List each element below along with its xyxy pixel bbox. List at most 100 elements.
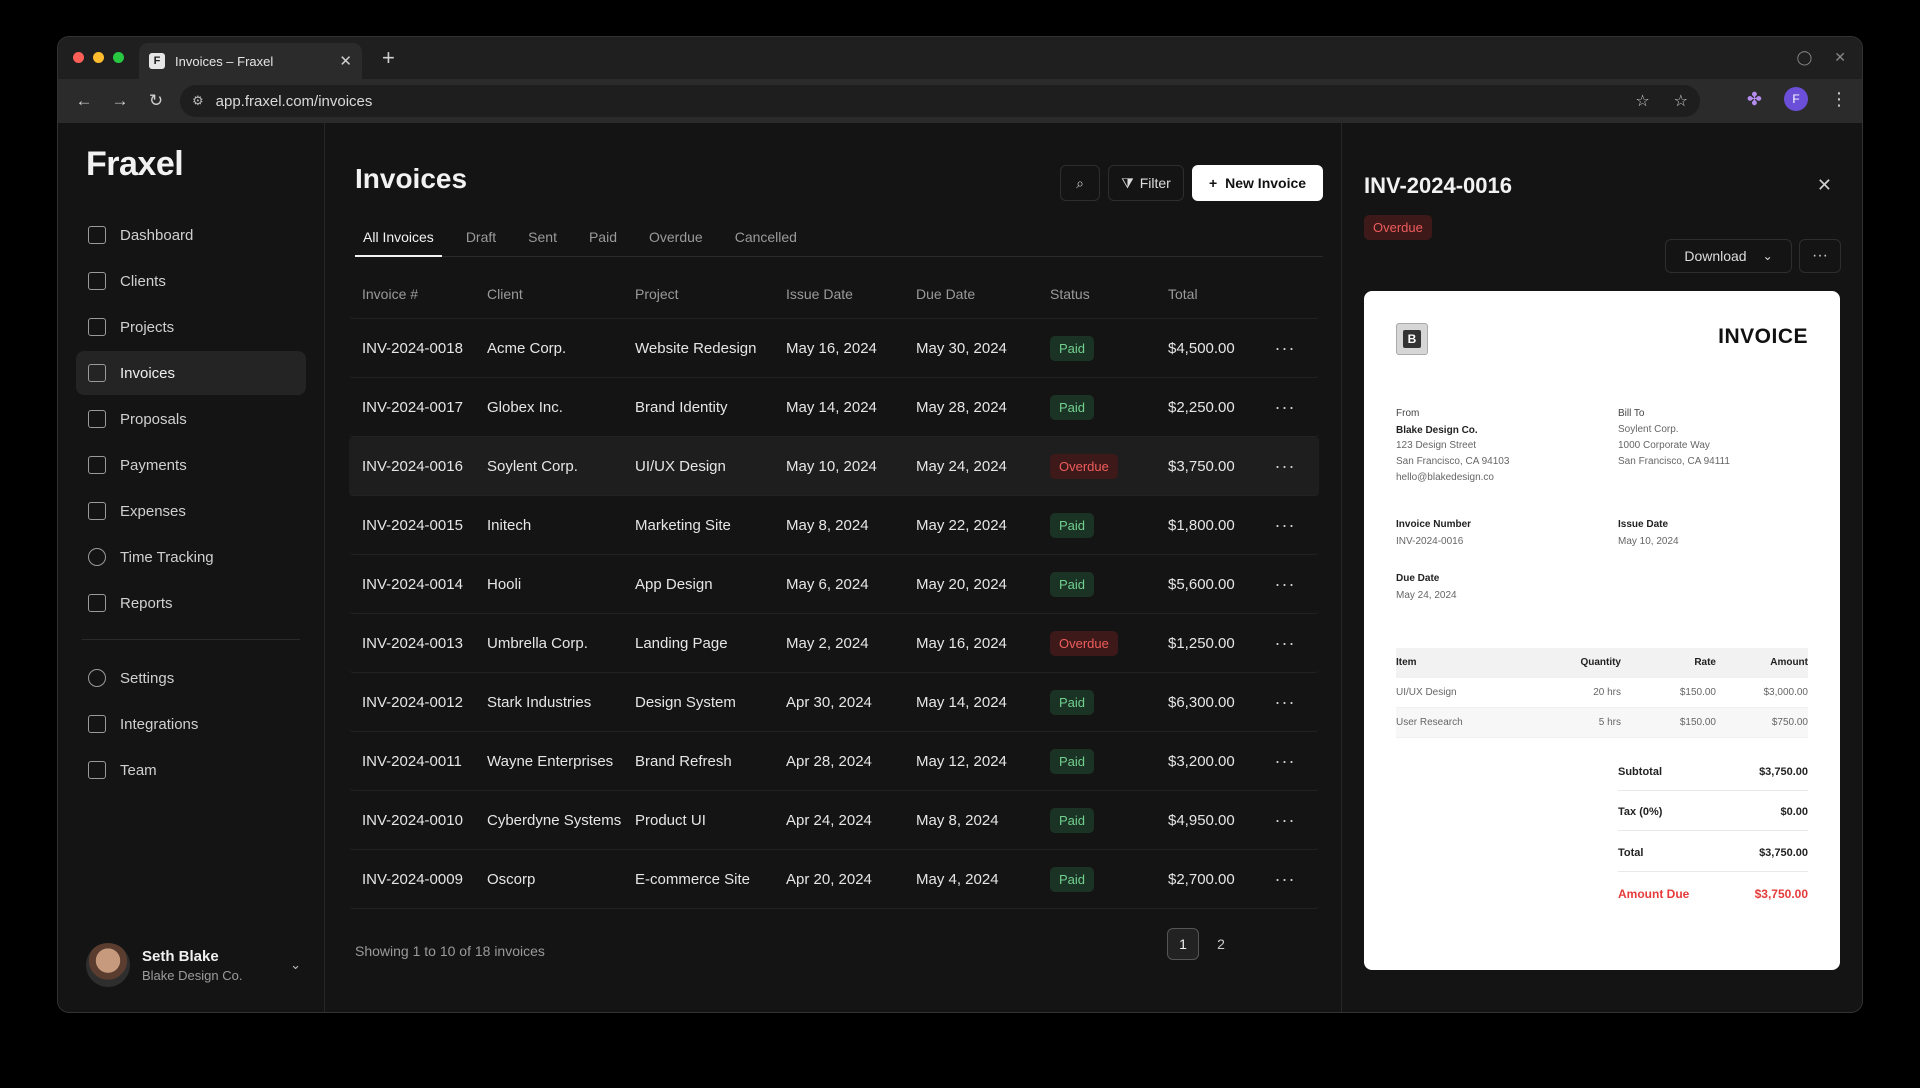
browser-tab[interactable]: F Invoices – Fraxel ✕ [139,43,362,79]
status-cell: Overdue [1050,453,1168,479]
row-more-icon[interactable]: ··· [1260,397,1310,418]
table-row[interactable]: INV-2024-0013 Umbrella Corp. Landing Page M… [349,614,1319,673]
column-header[interactable]: Total [1168,286,1260,302]
column-header[interactable]: Due Date [916,286,1050,302]
close-panel-icon[interactable]: ✕ [1817,175,1832,196]
more-icon: ··· [1812,247,1828,264]
table-row[interactable]: INV-2024-0018 Acme Corp. Website Redesign M… [349,319,1319,378]
sidebar-item-team[interactable]: Team [76,748,306,792]
table-row[interactable]: INV-2024-0010 Cyberdyne Systems Product UI… [349,791,1319,850]
url-text[interactable]: app.fraxel.com/invoices [216,93,373,110]
row-more-icon[interactable]: ··· [1260,810,1310,831]
site-info-icon[interactable]: ⚙ [192,93,204,109]
maximize-window-button[interactable] [113,52,124,63]
tab-paid[interactable]: Paid [581,219,625,257]
new-invoice-button[interactable]: + New Invoice [1192,165,1323,201]
table-row[interactable]: INV-2024-0009 Oscorp E-commerce Site Apr 20… [349,850,1319,909]
sidebar-item-clients[interactable]: Clients [76,259,306,303]
bookmark-star-icon[interactable]: ☆ [1635,91,1649,111]
extension-icon[interactable]: ✤ [1747,89,1762,110]
row-more-icon[interactable]: ··· [1260,633,1310,654]
status-cell: Paid [1050,394,1168,420]
search-button[interactable]: ⌕ [1060,165,1100,201]
close-window-button[interactable] [73,52,84,63]
invoice-number[interactable]: INV-2024-0009 [349,871,487,888]
sidebar-item-payments[interactable]: Payments [76,443,306,487]
table-row[interactable]: INV-2024-0015 Initech Marketing Site May 8,… [349,496,1319,555]
sidebar-item-settings[interactable]: Settings [76,656,306,700]
new-tab-icon[interactable]: + [382,45,395,71]
tab-overdue[interactable]: Overdue [641,219,711,257]
row-more-icon[interactable]: ··· [1260,515,1310,536]
invoice-number[interactable]: INV-2024-0013 [349,635,487,652]
item-name: User Research [1396,717,1463,728]
sidebar-item-dashboard[interactable]: Dashboard [76,213,306,257]
browser-menu-icon[interactable]: ⋮ [1830,89,1848,110]
tab-draft[interactable]: Draft [458,219,504,257]
brand-logo[interactable]: Fraxel [86,145,184,184]
column-header[interactable]: Status [1050,286,1168,302]
row-more-icon[interactable]: ··· [1260,692,1310,713]
item-rate: $150.00 [1679,717,1716,728]
tab-all-invoices[interactable]: All Invoices [355,219,442,257]
row-more-icon[interactable]: ··· [1260,456,1310,477]
tab-sent[interactable]: Sent [520,219,565,257]
user-org: Blake Design Co. [142,967,243,983]
row-more-icon[interactable]: ··· [1260,574,1310,595]
issue-date: May 10, 2024 [786,457,877,475]
invoice-number[interactable]: INV-2024-0016 [349,458,487,475]
record-icon[interactable]: ◯ [1797,49,1813,66]
invoice-total: $5,600.00 [1168,575,1235,593]
issue-date: May 10, 2024 [1618,536,1679,547]
column-header[interactable]: Project [635,286,786,302]
page-button[interactable]: 2 [1205,928,1237,960]
row-more-icon[interactable]: ··· [1260,751,1310,772]
minimize-window-button[interactable] [93,52,104,63]
more-options-button[interactable]: ··· [1799,239,1841,273]
sidebar-item-reports[interactable]: Reports [76,581,306,625]
download-button[interactable]: Download ⌄ [1665,239,1792,273]
panel-title: INV-2024-0016 [1364,173,1512,198]
tab-cancelled[interactable]: Cancelled [727,219,805,257]
sidebar-item-time-tracking[interactable]: Time Tracking [76,535,306,579]
back-icon[interactable]: ← [66,91,102,111]
column-header[interactable]: Issue Date [786,286,916,302]
invoice-number[interactable]: INV-2024-0014 [349,576,487,593]
row-more-icon[interactable]: ··· [1260,869,1310,890]
tab-close-icon[interactable]: ✕ [339,52,352,70]
column-header[interactable]: Client [487,286,635,302]
invoice-total: $1,800.00 [1168,516,1235,534]
close-icon[interactable]: ✕ [1834,49,1846,66]
user-menu[interactable]: Seth Blake Blake Design Co. ⌄ [86,943,301,987]
forward-icon[interactable]: → [102,91,138,111]
table-row[interactable]: INV-2024-0017 Globex Inc. Brand Identity Ma… [349,378,1319,437]
table-row[interactable]: INV-2024-0014 Hooli App Design May 6, 2024 M… [349,555,1319,614]
invoice-total: $3,200.00 [1168,752,1235,770]
table-row[interactable]: INV-2024-0016 Soylent Corp. UI/UX Design Ma… [349,437,1319,496]
subtotal-row: Subtotal $3,750.00 [1618,766,1808,791]
issue-date: Apr 28, 2024 [786,752,872,770]
invoice-number[interactable]: INV-2024-0010 [349,812,487,829]
sidebar-item-projects[interactable]: Projects [76,305,306,349]
sidebar-item-proposals[interactable]: Proposals [76,397,306,441]
filter-button[interactable]: ⧩ Filter [1108,165,1184,201]
sidebar-item-invoices[interactable]: Invoices [76,351,306,395]
invoice-number[interactable]: INV-2024-0017 [349,399,487,416]
sidebar-item-integrations[interactable]: Integrations [76,702,306,746]
sidebar-item-expenses[interactable]: Expenses [76,489,306,533]
chevron-down-icon[interactable]: ⌄ [290,957,301,973]
receipt-icon [88,502,106,520]
reload-icon[interactable]: ↻ [138,91,174,111]
omnibox[interactable]: ⚙ app.fraxel.com/invoices ☆ ☆ [180,85,1700,117]
row-more-icon[interactable]: ··· [1260,338,1310,359]
table-row[interactable]: INV-2024-0012 Stark Industries Design Syst… [349,673,1319,732]
reading-list-icon[interactable]: ☆ [1674,91,1688,111]
column-header[interactable]: Invoice # [349,286,487,302]
invoice-number[interactable]: INV-2024-0018 [349,340,487,357]
invoice-number[interactable]: INV-2024-0012 [349,694,487,711]
invoice-number[interactable]: INV-2024-0011 [349,753,487,770]
profile-avatar[interactable]: F [1784,87,1808,111]
page-button[interactable]: 1 [1167,928,1199,960]
invoice-number[interactable]: INV-2024-0015 [349,517,487,534]
table-row[interactable]: INV-2024-0011 Wayne Enterprises Brand Refr… [349,732,1319,791]
